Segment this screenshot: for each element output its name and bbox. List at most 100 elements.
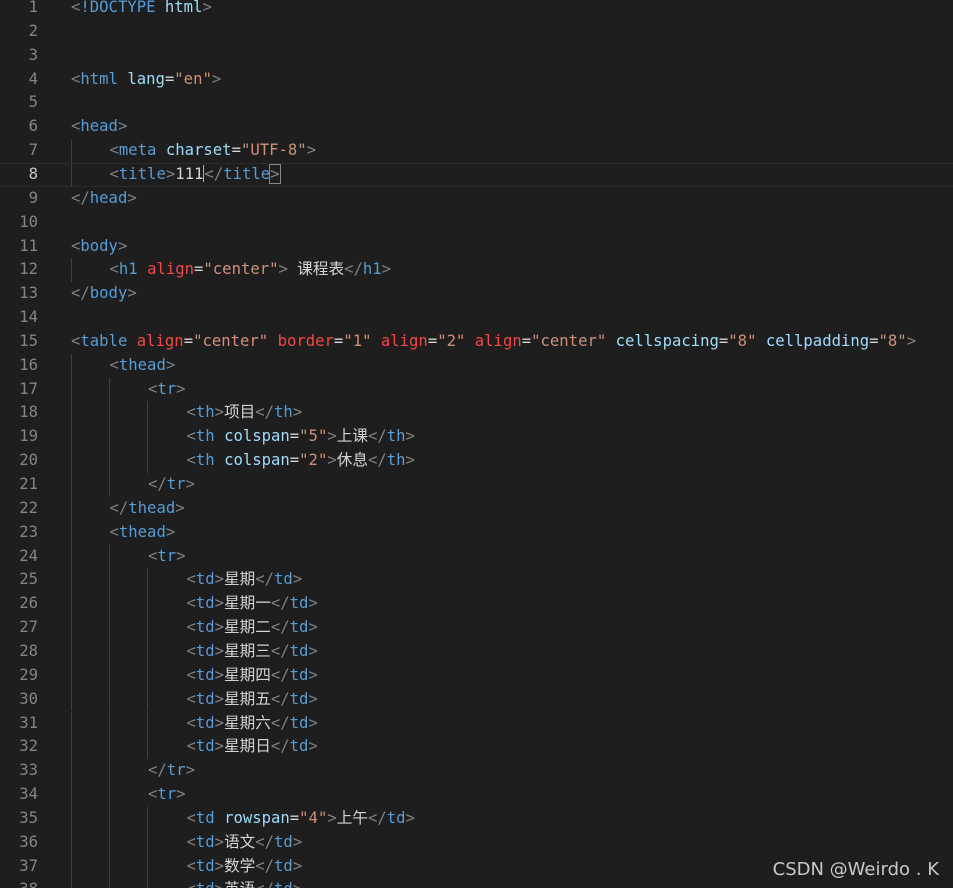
line-code[interactable]: <th colspan="2">休息</th>: [187, 449, 415, 473]
code-line[interactable]: 23 <thead>: [0, 520, 953, 545]
line-number[interactable]: 13: [0, 282, 38, 306]
line-number[interactable]: 18: [0, 401, 38, 425]
line-code[interactable]: <meta charset="UTF-8">: [110, 139, 317, 163]
line-number[interactable]: 3: [0, 44, 38, 68]
line-number[interactable]: 33: [0, 759, 38, 783]
code-line[interactable]: 8 <title>111</title>: [0, 162, 953, 187]
line-code[interactable]: </thead>: [110, 497, 185, 521]
code-line[interactable]: 14: [0, 306, 953, 330]
line-number[interactable]: 14: [0, 306, 38, 330]
line-code[interactable]: </head>: [71, 187, 137, 211]
line-number[interactable]: 6: [0, 115, 38, 139]
code-line[interactable]: 26 <td>星期一</td>: [0, 592, 953, 617]
code-line[interactable]: 27 <td>星期二</td>: [0, 616, 953, 640]
line-number[interactable]: 35: [0, 807, 38, 831]
code-line[interactable]: 11 <body>: [0, 235, 953, 259]
code-line[interactable]: 5: [0, 91, 953, 115]
line-number[interactable]: 24: [0, 545, 38, 569]
code-line[interactable]: 24 <tr>: [0, 544, 953, 569]
line-number[interactable]: 7: [0, 139, 38, 163]
code-line[interactable]: 16 <thead>: [0, 353, 953, 378]
line-number[interactable]: 15: [0, 330, 38, 354]
code-editor[interactable]: 1 <!DOCTYPE html> 2 3 4 <html lang="en"> 5 6 <he…: [0, 0, 953, 888]
code-line[interactable]: 9 </head>: [0, 187, 953, 211]
line-code[interactable]: <td>星期二</td>: [187, 616, 318, 640]
line-code[interactable]: <th colspan="5">上课</th>: [187, 425, 415, 449]
code-line[interactable]: 30 <td>星期五</td>: [0, 687, 953, 712]
code-line[interactable]: 7 <meta charset="UTF-8">: [0, 139, 953, 163]
line-number[interactable]: 19: [0, 425, 38, 449]
line-number[interactable]: 22: [0, 497, 38, 521]
code-line[interactable]: 29 <td>星期四</td>: [0, 663, 953, 688]
line-number[interactable]: 23: [0, 521, 38, 545]
code-line[interactable]: 1 <!DOCTYPE html>: [0, 0, 953, 20]
code-line[interactable]: 34 <tr>: [0, 783, 953, 807]
code-line[interactable]: 19 <th colspan="5">上课</th>: [0, 425, 953, 450]
line-code[interactable]: <head>: [71, 115, 127, 139]
line-code[interactable]: <td>语文</td>: [187, 831, 303, 855]
line-code[interactable]: <td>星期四</td>: [187, 664, 318, 688]
code-line[interactable]: 6 <head>: [0, 115, 953, 139]
code-line[interactable]: 20 <th colspan="2">休息</th>: [0, 449, 953, 473]
line-number[interactable]: 29: [0, 664, 38, 688]
line-number[interactable]: 8: [0, 164, 38, 186]
line-code[interactable]: <thead>: [110, 521, 176, 545]
line-code[interactable]: <thead>: [110, 354, 176, 378]
line-number[interactable]: 10: [0, 211, 38, 235]
line-code[interactable]: </body>: [71, 282, 137, 306]
line-code[interactable]: <title>111</title>: [110, 163, 281, 186]
line-code[interactable]: <!DOCTYPE html>: [71, 0, 212, 20]
line-number[interactable]: 28: [0, 640, 38, 664]
line-number[interactable]: 1: [0, 0, 38, 20]
line-code[interactable]: <td rowspan="4">上午</td>: [187, 807, 415, 831]
line-number[interactable]: 31: [0, 712, 38, 736]
line-code[interactable]: <td>数学</td>: [187, 855, 303, 879]
code-line[interactable]: 35 <td rowspan="4">上午</td>: [0, 806, 953, 831]
line-code[interactable]: <tr>: [148, 545, 186, 569]
line-code[interactable]: <td>星期一</td>: [187, 592, 318, 616]
line-number[interactable]: 27: [0, 616, 38, 640]
code-line[interactable]: 15 <table align="center" border="1" align…: [0, 330, 953, 354]
line-number[interactable]: 25: [0, 568, 38, 592]
code-line[interactable]: 18 <th>项目</th>: [0, 401, 953, 426]
code-line[interactable]: 13 </body>: [0, 282, 953, 306]
code-line[interactable]: 33 </tr>: [0, 759, 953, 784]
code-line[interactable]: 25 <td>星期</td>: [0, 568, 953, 593]
line-number[interactable]: 26: [0, 592, 38, 616]
code-line[interactable]: 22 </thead>: [0, 496, 953, 521]
code-line[interactable]: 31 <td>星期六</td>: [0, 711, 953, 736]
line-number[interactable]: 9: [0, 187, 38, 211]
line-code[interactable]: <td>星期三</td>: [187, 640, 318, 664]
line-code[interactable]: <tr>: [148, 783, 186, 807]
line-code[interactable]: <table align="center" border="1" align="…: [71, 330, 916, 354]
line-number[interactable]: 5: [0, 91, 38, 115]
line-number[interactable]: 38: [0, 878, 38, 888]
line-number[interactable]: 2: [0, 20, 38, 44]
code-line[interactable]: 12 <h1 align="center"> 课程表</h1>: [0, 258, 953, 283]
code-line[interactable]: 2: [0, 20, 953, 44]
code-line[interactable]: 21 </tr>: [0, 473, 953, 497]
line-code[interactable]: <th>项目</th>: [187, 401, 303, 425]
code-line[interactable]: 28 <td>星期三</td>: [0, 639, 953, 664]
code-line[interactable]: 10: [0, 211, 953, 235]
line-number[interactable]: 11: [0, 235, 38, 259]
line-code[interactable]: <body>: [71, 235, 127, 259]
line-number[interactable]: 32: [0, 735, 38, 759]
line-code[interactable]: <h1 align="center"> 课程表</h1>: [110, 258, 392, 282]
code-line[interactable]: 32 <td>星期日</td>: [0, 735, 953, 760]
line-number[interactable]: 20: [0, 449, 38, 473]
line-number[interactable]: 36: [0, 831, 38, 855]
line-code[interactable]: <td>星期五</td>: [187, 688, 318, 712]
code-line[interactable]: 4 <html lang="en">: [0, 68, 953, 92]
line-number[interactable]: 4: [0, 68, 38, 92]
line-number[interactable]: 12: [0, 258, 38, 282]
line-code[interactable]: <tr>: [148, 378, 186, 402]
line-number[interactable]: 34: [0, 783, 38, 807]
line-code[interactable]: </tr>: [148, 759, 195, 783]
line-code[interactable]: <td>英语</td>: [187, 878, 303, 888]
line-code[interactable]: <td>星期日</td>: [187, 735, 318, 759]
line-number[interactable]: 17: [0, 378, 38, 402]
line-code[interactable]: <html lang="en">: [71, 68, 221, 92]
line-code[interactable]: </tr>: [148, 473, 195, 497]
line-number[interactable]: 30: [0, 688, 38, 712]
